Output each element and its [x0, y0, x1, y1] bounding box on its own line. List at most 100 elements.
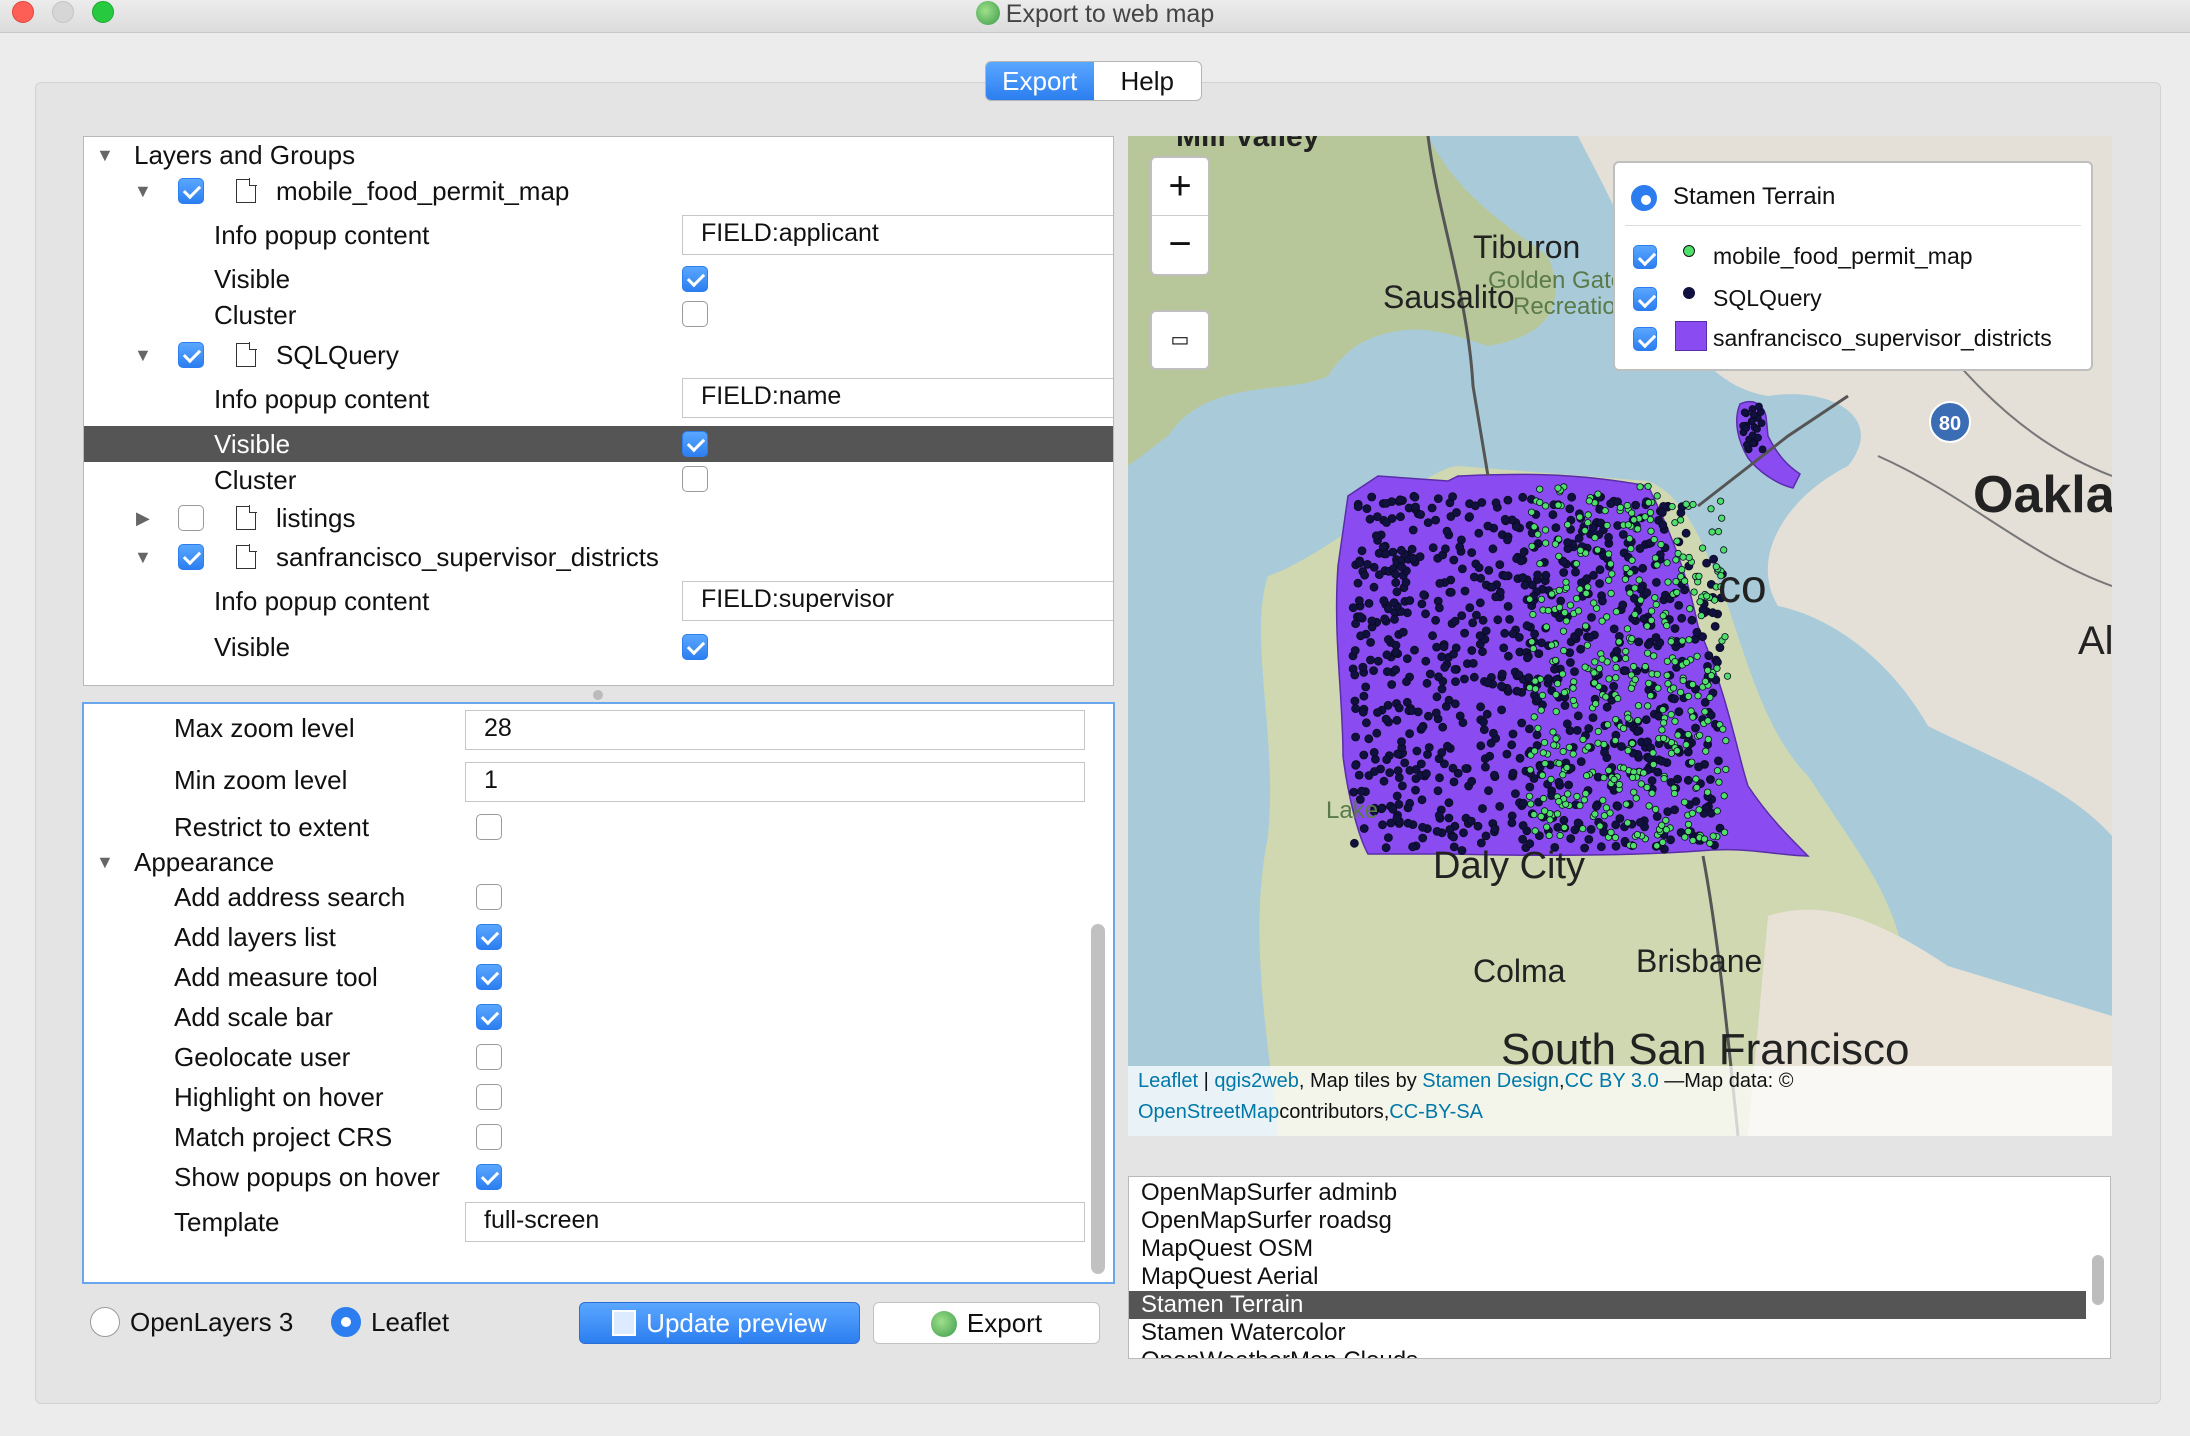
highlight-checkbox[interactable] [476, 1084, 502, 1110]
food-point [1541, 526, 1550, 534]
sql-point [1408, 553, 1418, 563]
layer-row-sqlquery[interactable]: ▼ SQLQuery [84, 337, 1113, 373]
layer-checkbox[interactable] [178, 505, 204, 531]
collapse-triangle-icon[interactable]: ▼ [134, 337, 152, 373]
basemap-list-item[interactable]: Stamen Terrain [1129, 1291, 2086, 1319]
leaflet-link[interactable]: Leaflet [1138, 1070, 1198, 1092]
visible-checkbox[interactable] [682, 634, 708, 660]
visible-checkbox[interactable] [682, 266, 708, 292]
basemap-list-item[interactable]: Stamen Watercolor [1129, 1319, 2086, 1347]
sql-point [1483, 678, 1493, 688]
layers-list-checkbox[interactable] [476, 924, 502, 950]
splitter-handle[interactable] [593, 690, 603, 700]
legend-checkbox[interactable] [1633, 287, 1657, 311]
scale-bar-checkbox[interactable] [476, 1004, 502, 1030]
basemap-list-item[interactable]: OpenMapSurfer adminb [1129, 1179, 2086, 1207]
openlayers-radio[interactable] [90, 1307, 120, 1337]
sql-point [1383, 833, 1393, 842]
basemap-scrollbar[interactable] [2092, 1255, 2104, 1305]
sql-point [1657, 756, 1667, 766]
basemap-list-item[interactable]: MapQuest OSM [1129, 1235, 2086, 1263]
sql-point [1479, 725, 1489, 734]
layer-checkbox[interactable] [178, 544, 204, 570]
template-select[interactable]: full-screen [465, 1202, 1085, 1242]
sql-point [1457, 611, 1467, 621]
sql-point [1491, 592, 1501, 602]
sql-point [1381, 843, 1391, 853]
popup-content-field[interactable]: FIELD:supervisor [682, 581, 1113, 621]
collapse-triangle-icon[interactable]: ▼ [96, 137, 114, 173]
basemap-radio[interactable] [1631, 185, 1657, 211]
sql-point [1433, 494, 1443, 504]
food-point [1534, 724, 1542, 732]
cc-link[interactable]: CC BY 3.0 [1565, 1070, 1659, 1092]
layer-row-mobile-food[interactable]: ▼ mobile_food_permit_map [84, 173, 1113, 209]
sql-point [1517, 718, 1527, 728]
tab-help[interactable]: Help [1094, 62, 1202, 100]
geolocate-checkbox[interactable] [476, 1044, 502, 1070]
food-point [1576, 546, 1584, 554]
food-point [1701, 708, 1709, 716]
settings-scrollbar[interactable] [1091, 924, 1105, 1274]
address-search-checkbox[interactable] [476, 884, 502, 910]
popup-content-field[interactable]: FIELD:applicant [682, 215, 1113, 255]
stamen-link[interactable]: Stamen Design [1422, 1070, 1559, 1092]
cluster-checkbox[interactable] [682, 466, 708, 492]
tree-root[interactable]: ▼ Layers and Groups [84, 137, 1113, 173]
basemap-list-item[interactable]: MapQuest Aerial [1129, 1263, 2086, 1291]
sql-point [1491, 498, 1501, 508]
sql-point [1457, 564, 1467, 574]
zoom-in-button[interactable]: + [1152, 158, 1208, 216]
leaflet-radio[interactable] [331, 1307, 361, 1337]
map-preview[interactable]: 80 Mill Valley Tiburon Sausalito Golden … [1128, 136, 2112, 1136]
layer-row-districts[interactable]: ▼ sanfrancisco_supervisor_districts [84, 539, 1113, 575]
basemap-list-item[interactable]: OpenMapSurfer roadsg [1129, 1207, 2086, 1235]
food-point [1631, 675, 1639, 684]
appearance-group[interactable]: ▼ Appearance [84, 844, 1113, 880]
popup-content-field[interactable]: FIELD:name [682, 378, 1113, 418]
food-point [1685, 636, 1693, 644]
measure-ruler-icon[interactable]: ▭ [1150, 310, 1210, 370]
basemap-list[interactable]: OpenMapSurfer adminb OpenMapSurfer roadsg… [1128, 1176, 2111, 1359]
legend-checkbox[interactable] [1633, 245, 1657, 269]
qgis2web-link[interactable]: qgis2web [1214, 1070, 1299, 1092]
layer-checkbox[interactable] [178, 342, 204, 368]
layer-row-listings[interactable]: ▶ listings [84, 500, 1113, 536]
sql-point [1505, 614, 1515, 624]
zoom-out-button[interactable]: − [1152, 216, 1208, 274]
food-point [1688, 809, 1697, 817]
food-point [1526, 595, 1534, 603]
sql-point [1403, 803, 1413, 813]
ccbysa-link[interactable]: CC-BY-SA [1389, 1101, 1483, 1123]
tab-export[interactable]: Export [986, 62, 1094, 100]
collapse-triangle-icon[interactable]: ▼ [134, 173, 152, 209]
restrict-checkbox[interactable] [476, 814, 502, 840]
expand-triangle-icon[interactable]: ▶ [136, 500, 150, 536]
match-crs-checkbox[interactable] [476, 1124, 502, 1150]
sql-point [1419, 590, 1429, 600]
visible-row-selected[interactable]: Visible [84, 426, 1113, 462]
food-point [1560, 688, 1569, 697]
popups-hover-checkbox[interactable] [476, 1164, 502, 1190]
collapse-triangle-icon[interactable]: ▼ [96, 844, 114, 880]
food-point [1581, 622, 1590, 630]
cluster-checkbox[interactable] [682, 301, 708, 327]
sql-point [1405, 596, 1415, 605]
food-point [1720, 792, 1728, 800]
food-point [1545, 831, 1553, 840]
measure-tool-checkbox[interactable] [476, 964, 502, 990]
update-preview-button[interactable]: Update preview [579, 1302, 860, 1344]
sql-point [1370, 767, 1379, 776]
food-point [1650, 652, 1658, 660]
min-zoom-input[interactable]: 1 [465, 762, 1085, 802]
legend-checkbox[interactable] [1633, 327, 1657, 351]
visible-checkbox[interactable] [682, 431, 708, 457]
basemap-list-item[interactable]: OpenWeatherMap Clouds [1129, 1347, 2086, 1358]
osm-link[interactable]: OpenStreetMap [1138, 1101, 1279, 1123]
sql-point [1508, 768, 1518, 778]
export-button[interactable]: Export [873, 1302, 1100, 1344]
max-zoom-input[interactable]: 28 [465, 710, 1085, 750]
collapse-triangle-icon[interactable]: ▼ [134, 539, 152, 575]
food-point [1559, 747, 1567, 756]
layer-checkbox[interactable] [178, 178, 204, 204]
